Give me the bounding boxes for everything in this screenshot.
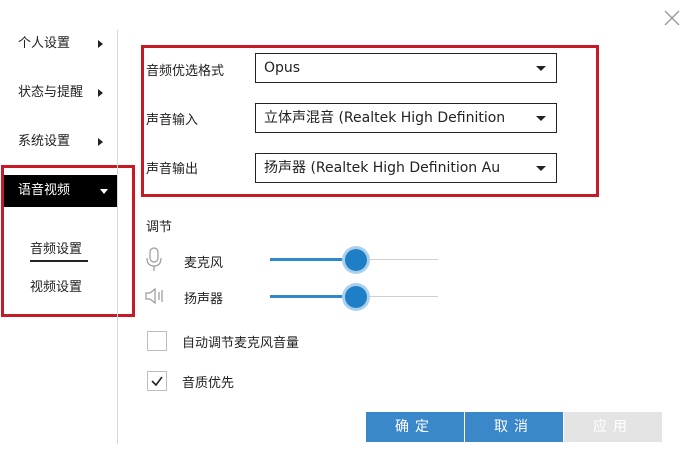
sidebar-item-personal-settings[interactable]: 个人设置	[18, 32, 103, 56]
audio-format-select[interactable]: Opus	[255, 53, 557, 83]
audio-input-value: 立体声混音 (Realtek High Definition	[264, 110, 506, 126]
slider-fill	[270, 258, 356, 261]
checkmark-icon	[151, 376, 163, 387]
close-button[interactable]	[660, 6, 684, 30]
auto-mic-volume-label: 自动调节麦克风音量	[182, 336, 300, 351]
highlight-box-sidebar	[1, 165, 135, 317]
audio-output-value: 扬声器 (Realtek High Definition Au	[264, 160, 501, 176]
chevron-right-icon	[98, 89, 103, 97]
microphone-icon	[146, 247, 162, 271]
chevron-right-icon	[98, 138, 103, 146]
slider-handle[interactable]	[344, 286, 367, 308]
chevron-down-icon	[536, 66, 546, 71]
slider-handle[interactable]	[344, 249, 367, 271]
sidebar-item-system-settings[interactable]: 系统设置	[18, 130, 103, 154]
apply-button[interactable]: 应用	[564, 412, 662, 442]
sidebar-item-status-reminder[interactable]: 状态与提醒	[18, 81, 103, 105]
chevron-down-icon	[536, 116, 546, 121]
ok-button[interactable]: 确定	[366, 412, 464, 442]
audio-output-select[interactable]: 扬声器 (Realtek High Definition Au	[255, 153, 557, 183]
speaker-volume-slider[interactable]	[270, 286, 438, 308]
quality-first-checkbox[interactable]	[147, 371, 167, 391]
microphone-label: 麦克风	[184, 256, 224, 271]
audio-format-value: Opus	[264, 60, 301, 76]
settings-sidebar: 个人设置 状态与提醒 系统设置 语音视频 音频设置 视频设置	[0, 0, 135, 461]
chevron-right-icon	[98, 40, 103, 48]
audio-input-select[interactable]: 立体声混音 (Realtek High Definition	[255, 103, 557, 133]
quality-first-label: 音质优先	[182, 376, 235, 391]
audio-input-label: 声音输入	[146, 113, 199, 128]
sidebar-item-label: 系统设置	[18, 134, 71, 149]
sidebar-item-label: 状态与提醒	[18, 85, 84, 100]
sidebar-item-label: 个人设置	[18, 36, 71, 51]
slider-fill	[270, 295, 356, 298]
speaker-icon	[145, 287, 163, 305]
audio-format-label: 音频优选格式	[146, 64, 225, 79]
audio-output-label: 声音输出	[146, 162, 199, 177]
cancel-button[interactable]: 取消	[465, 412, 563, 442]
microphone-volume-slider[interactable]	[270, 249, 438, 271]
sidebar-divider	[117, 30, 118, 444]
auto-mic-volume-checkbox[interactable]	[147, 331, 167, 351]
close-icon	[664, 10, 680, 26]
speaker-label: 扬声器	[184, 292, 224, 307]
chevron-down-icon	[536, 166, 546, 171]
adjust-section-title: 调节	[146, 220, 173, 235]
